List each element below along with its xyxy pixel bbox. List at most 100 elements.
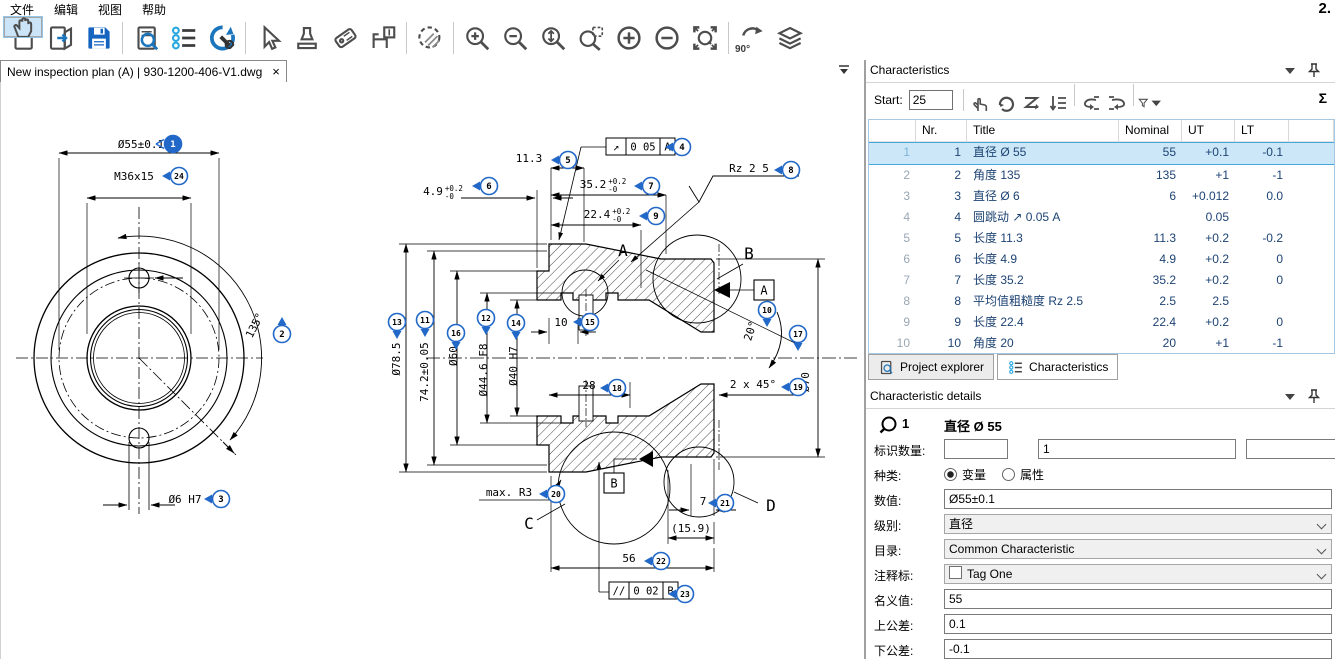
svg-text:4.9: 4.9 <box>423 185 443 198</box>
field-input[interactable]: Ø55±0.1 <box>944 489 1332 509</box>
column-header-blank[interactable] <box>869 120 916 141</box>
start-number-input[interactable] <box>909 90 953 110</box>
svg-text:135°: 135° <box>243 311 267 341</box>
find-in-document-button[interactable] <box>127 19 165 57</box>
zoom-selection-button[interactable] <box>534 19 572 57</box>
zoom-extents-button[interactable] <box>686 19 724 57</box>
cell-num: 9 <box>869 312 916 333</box>
zoom-out-button[interactable] <box>496 19 534 57</box>
field-input[interactable]: 55 <box>944 589 1332 609</box>
svg-text:8: 8 <box>788 166 793 176</box>
drawing-viewport[interactable]: Ø55±0.1M36x15135°Ø6 H711.34.9+0.2-035.2+… <box>0 82 865 659</box>
sigma-sum-button[interactable]: Σ <box>1319 90 1327 106</box>
tab-project-explorer[interactable]: Project explorer <box>868 354 994 380</box>
id-quantity-input-1[interactable] <box>944 439 1008 459</box>
balloon-5: 5 <box>551 152 577 169</box>
radio-option-1[interactable]: 变量 <box>944 466 986 483</box>
column-header-Title[interactable]: Title <box>967 120 1119 141</box>
svg-text://: // <box>613 586 626 598</box>
project-explorer-icon <box>878 359 895 376</box>
pointer-hand-icon[interactable] <box>967 90 993 116</box>
tag-tool-button[interactable] <box>326 19 364 57</box>
balloon-10: 10 <box>759 302 776 328</box>
svg-text:15: 15 <box>585 318 595 327</box>
zoom-window-button[interactable] <box>572 19 610 57</box>
column-header-LT[interactable]: LT <box>1235 120 1289 141</box>
field-label: 数值: <box>874 492 901 509</box>
decrease-button[interactable] <box>648 19 686 57</box>
tab-close-icon[interactable]: × <box>272 64 280 79</box>
form-row-6: 注释标:Tag One <box>866 563 1335 588</box>
id-quantity-input-2[interactable]: 1 <box>1038 439 1236 459</box>
table-row[interactable]: 33直径 Ø 66+0.0120.0 <box>869 186 1334 207</box>
details-menu-caret-icon[interactable] <box>1285 394 1295 400</box>
svg-text:A: A <box>618 241 628 260</box>
table-row[interactable]: 22角度 135135+1-1 <box>869 165 1334 186</box>
renumber-back-icon[interactable] <box>1078 90 1104 116</box>
field-select[interactable]: 直径 <box>944 514 1332 534</box>
cell-lt: 0 <box>1235 249 1289 270</box>
characteristics-panel-title: Characteristics <box>870 63 949 77</box>
cell-nr: 8 <box>916 291 967 312</box>
cell-lt: -1 <box>1235 165 1289 186</box>
column-header-blank[interactable] <box>1289 120 1334 141</box>
balloon-tool-button[interactable] <box>364 19 402 57</box>
cell-lt: -0.1 <box>1235 143 1289 164</box>
svg-text:3: 3 <box>218 495 223 505</box>
svg-text:C: C <box>524 514 534 533</box>
layers-button[interactable] <box>771 19 809 57</box>
column-header-Nr.[interactable]: Nr. <box>916 120 967 141</box>
tab-characteristics[interactable]: Characteristics <box>997 354 1118 380</box>
svg-text:Ø78.5: Ø78.5 <box>390 342 403 375</box>
characteristics-panel-header: Characteristics <box>866 60 1335 83</box>
pin-icon[interactable] <box>1307 62 1321 81</box>
select-value: Common Characteristic <box>949 542 1074 556</box>
table-row[interactable]: 66长度 4.94.9+0.20 <box>869 249 1334 270</box>
field-input[interactable]: 0.1 <box>944 614 1332 634</box>
characteristics-list-button[interactable] <box>165 19 203 57</box>
settings-button[interactable] <box>203 19 241 57</box>
field-input[interactable]: -0.1 <box>944 639 1332 659</box>
filter-icon[interactable] <box>1137 90 1163 116</box>
table-row[interactable]: 77长度 35.235.2+0.20 <box>869 270 1334 291</box>
column-header-Nominal[interactable]: Nominal <box>1119 120 1182 141</box>
save-button[interactable] <box>80 19 118 57</box>
document-tab[interactable]: New inspection plan (A) | 930-1200-406-V… <box>0 60 287 82</box>
z-path-icon[interactable] <box>1019 90 1045 116</box>
panel-menu-caret-icon[interactable] <box>1285 68 1295 74</box>
details-pin-icon[interactable] <box>1307 388 1321 407</box>
field-select[interactable]: Tag One <box>944 564 1332 584</box>
sort-list-icon[interactable] <box>1045 90 1071 116</box>
tab-list-dropdown-icon[interactable] <box>838 64 850 78</box>
table-row[interactable]: 11直径 Ø 5555+0.1-0.1 <box>869 142 1334 165</box>
svg-text:35.2: 35.2 <box>580 178 607 191</box>
select-tool-button[interactable] <box>250 19 288 57</box>
cell-title: 角度 20 <box>967 333 1119 354</box>
zoom-in-button[interactable] <box>458 19 496 57</box>
id-quantity-input-3[interactable] <box>1246 439 1335 459</box>
field-select[interactable]: Common Characteristic <box>944 539 1332 559</box>
table-row[interactable]: 1010角度 2020+1-1 <box>869 333 1334 354</box>
stamp-tool-button[interactable] <box>288 19 326 57</box>
hatch-region-tool-button[interactable] <box>411 19 449 57</box>
rotate-icon[interactable] <box>993 90 1019 116</box>
pan-tool-button[interactable] <box>4 17 42 37</box>
cell-ut: +1 <box>1182 165 1235 186</box>
table-row[interactable]: 44圆跳动 ↗ 0.05 A0.05 <box>869 207 1334 228</box>
cell-nominal: 2.5 <box>1119 291 1182 312</box>
balloon-13: 13 <box>389 314 406 340</box>
table-row[interactable]: 99长度 22.422.4+0.20 <box>869 312 1334 333</box>
table-row[interactable]: 55长度 11.311.3+0.2-0.2 <box>869 228 1334 249</box>
cell-nr: 5 <box>916 228 967 249</box>
cell-nr: 9 <box>916 312 967 333</box>
increase-button[interactable] <box>610 19 648 57</box>
column-header-UT[interactable]: UT <box>1182 120 1235 141</box>
tag-checkbox[interactable] <box>949 566 962 579</box>
open-inspection-plan-button[interactable] <box>42 19 80 57</box>
radio-option-2[interactable]: 属性 <box>1002 466 1044 483</box>
characteristic-details-header: Characteristic details <box>866 386 1335 409</box>
rotate-90-button[interactable]: 90° <box>733 19 771 57</box>
table-row[interactable]: 88平均值粗糙度 Rz 2.52.52.5 <box>869 291 1334 312</box>
renumber-forward-icon[interactable] <box>1104 90 1130 116</box>
field-label: 种类: <box>874 467 901 484</box>
